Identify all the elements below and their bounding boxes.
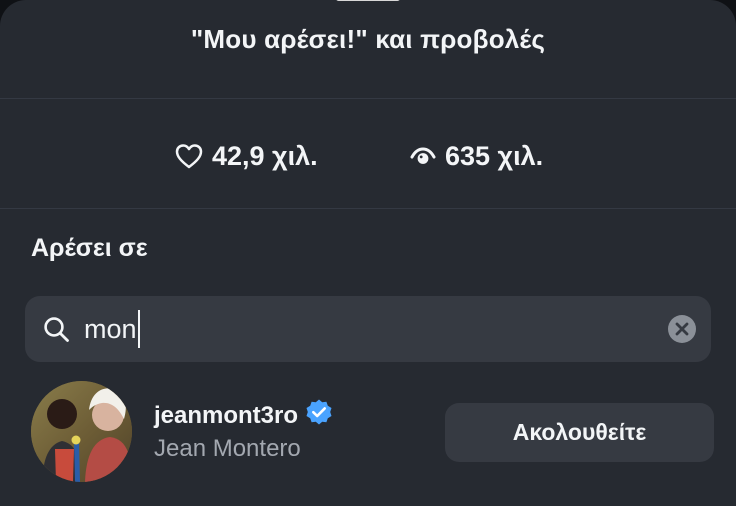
views-count: 635 χιλ. (445, 141, 544, 171)
likes-and-views-sheet: "Μου αρέσει!" και προβολές 42,9 χιλ. 635… (0, 0, 736, 506)
text-cursor (137, 310, 140, 348)
avatar[interactable] (31, 381, 132, 482)
search-icon (43, 316, 70, 348)
search-query: mon (84, 313, 137, 344)
liked-by-heading: Αρέσει σε (31, 234, 148, 262)
search-input[interactable]: mon (84, 310, 140, 348)
user-result-row[interactable]: jeanmont3ro Jean Montero Ακολουθείτε (0, 378, 736, 488)
likes-stat: 42,9 χιλ. (175, 136, 318, 176)
clear-icon[interactable] (668, 315, 696, 343)
following-button[interactable]: Ακολουθείτε (445, 403, 714, 462)
drag-handle[interactable] (336, 0, 400, 1)
username-line: jeanmont3ro (154, 398, 333, 433)
eye-icon (410, 146, 436, 166)
likes-count: 42,9 χιλ. (212, 141, 318, 171)
views-stat: 635 χιλ. (410, 136, 543, 176)
verified-badge-icon (305, 398, 333, 433)
heart-outline-icon (175, 143, 203, 169)
username[interactable]: jeanmont3ro (154, 402, 298, 430)
full-name: Jean Montero (154, 435, 301, 462)
search-field[interactable]: mon (25, 296, 711, 362)
divider-bottom (0, 208, 736, 209)
divider-top (0, 98, 736, 99)
sheet-title: "Μου αρέσει!" και προβολές (190, 24, 546, 54)
stats-row: 42,9 χιλ. 635 χιλ. (0, 136, 736, 176)
